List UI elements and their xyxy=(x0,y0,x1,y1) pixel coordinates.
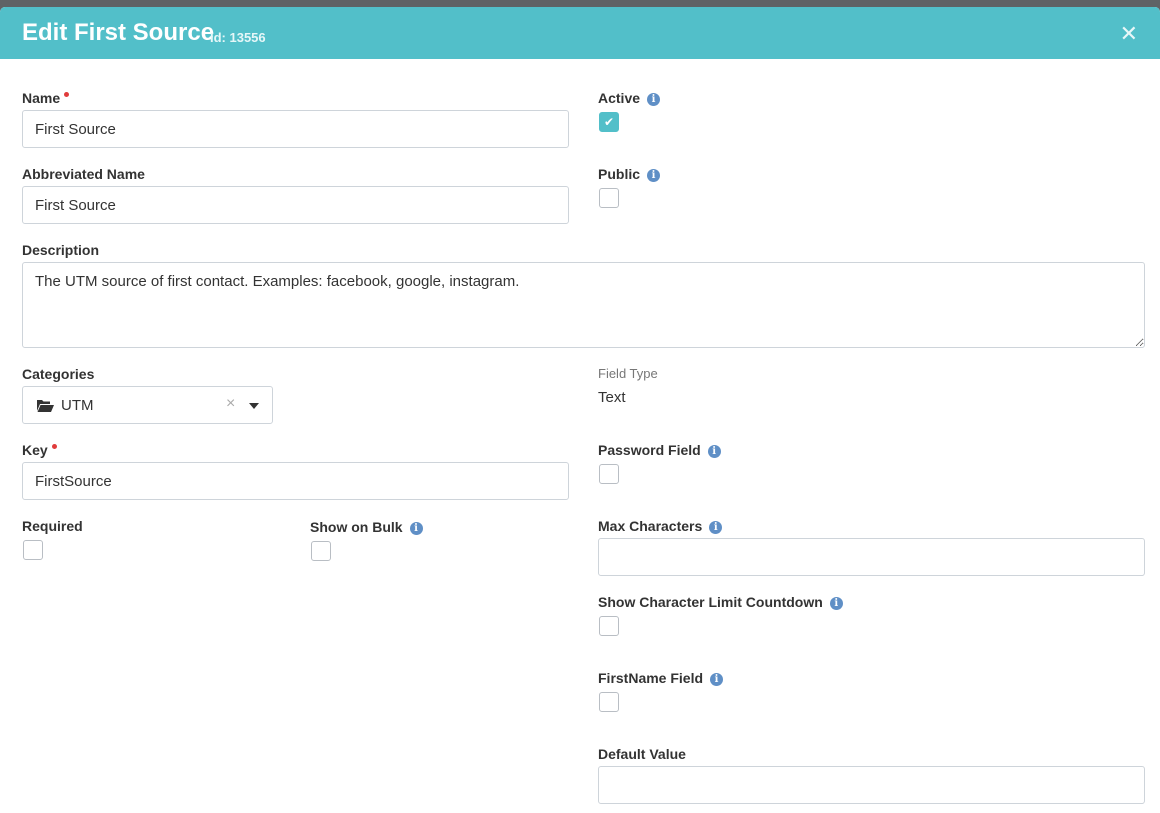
categories-selected-value: UTM xyxy=(61,397,94,414)
show-on-bulk-checkbox[interactable] xyxy=(311,541,331,561)
categories-label: Categories xyxy=(22,366,95,382)
password-field-label-text: Password Field xyxy=(598,442,701,458)
password-field-label: Password Field i xyxy=(598,442,721,458)
modal-header: Edit First Source Id: 13556 ✕ xyxy=(0,7,1160,59)
active-label: Active i xyxy=(598,90,661,106)
categories-select[interactable]: UTM × xyxy=(22,386,273,424)
info-icon[interactable]: i xyxy=(647,93,661,106)
abbreviated-name-label: Abbreviated Name xyxy=(22,166,145,182)
name-input[interactable] xyxy=(22,110,569,148)
close-icon[interactable]: ✕ xyxy=(1120,21,1138,47)
edit-field-modal: Edit First Source Id: 13556 ✕ Name Abbre… xyxy=(0,7,1160,813)
required-checkbox[interactable] xyxy=(23,540,43,560)
firstname-field-label-text: FirstName Field xyxy=(598,670,704,686)
required-indicator xyxy=(51,444,57,449)
info-icon[interactable]: i xyxy=(710,673,724,686)
key-input[interactable] xyxy=(22,462,569,500)
info-icon[interactable]: i xyxy=(647,169,661,182)
show-on-bulk-label-text: Show on Bulk xyxy=(310,519,403,535)
folder-open-icon xyxy=(36,398,55,418)
required-indicator xyxy=(64,92,70,97)
abbreviated-name-input[interactable] xyxy=(22,186,569,224)
public-label: Public i xyxy=(598,166,661,182)
info-icon[interactable]: i xyxy=(409,522,423,535)
default-value-input[interactable] xyxy=(598,766,1145,804)
field-type-label: Field Type xyxy=(598,366,658,381)
required-label: Required xyxy=(22,518,83,534)
firstname-field-checkbox[interactable] xyxy=(599,692,619,712)
description-label: Description xyxy=(22,242,100,258)
info-icon[interactable]: i xyxy=(707,445,721,458)
description-textarea[interactable]: The UTM source of first contact. Example… xyxy=(22,262,1145,348)
public-checkbox[interactable] xyxy=(599,188,619,208)
show-on-bulk-label: Show on Bulk i xyxy=(310,519,423,535)
info-icon[interactable]: i xyxy=(709,521,723,534)
active-label-text: Active xyxy=(598,90,641,106)
key-label: Key xyxy=(22,442,57,458)
max-characters-label: Max Characters i xyxy=(598,518,723,534)
public-label-text: Public xyxy=(598,166,641,182)
info-icon[interactable]: i xyxy=(829,597,843,610)
name-label-text: Name xyxy=(22,90,61,106)
active-checkbox[interactable]: ✔ xyxy=(599,112,619,132)
name-label: Name xyxy=(22,90,70,106)
max-characters-input[interactable] xyxy=(598,538,1145,576)
show-character-limit-countdown-label-text: Show Character Limit Countdown xyxy=(598,594,823,610)
caret-down-icon[interactable] xyxy=(249,403,259,409)
default-value-label: Default Value xyxy=(598,746,686,762)
clear-icon[interactable]: × xyxy=(226,395,235,413)
modal-title: Edit First Source xyxy=(22,19,215,46)
key-label-text: Key xyxy=(22,442,48,458)
field-type-value: Text xyxy=(598,389,626,406)
show-character-limit-countdown-label: Show Character Limit Countdown i xyxy=(598,594,843,610)
firstname-field-label: FirstName Field i xyxy=(598,670,724,686)
password-field-checkbox[interactable] xyxy=(599,464,619,484)
max-characters-label-text: Max Characters xyxy=(598,518,703,534)
show-character-limit-countdown-checkbox[interactable] xyxy=(599,616,619,636)
record-id: Id: 13556 xyxy=(210,30,266,45)
